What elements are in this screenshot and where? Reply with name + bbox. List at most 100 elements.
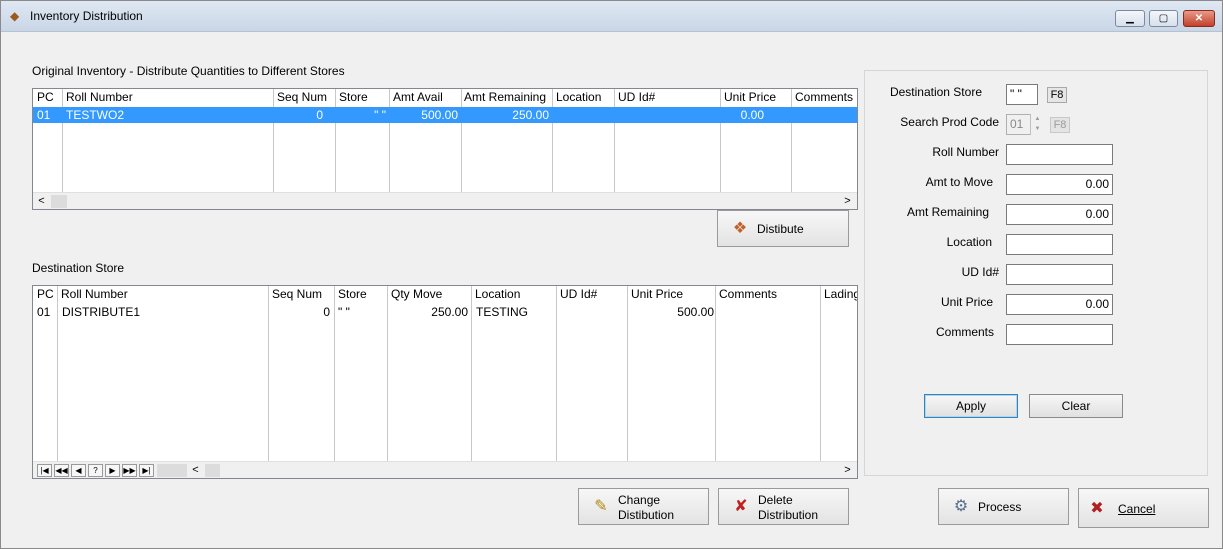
destination-store-label: Destination Store	[889, 85, 982, 99]
nav-first-icon[interactable]: |◀	[37, 464, 52, 477]
comments-field[interactable]	[1006, 324, 1113, 345]
cell-amt-remaining: 250.00	[512, 108, 549, 122]
destination-store-title: Destination Store	[32, 261, 125, 275]
distribute-button[interactable]: ❖ Distibute	[717, 210, 849, 247]
amt-remaining-field[interactable]: 0.00	[1006, 204, 1113, 225]
scroll-thumb[interactable]	[51, 195, 67, 208]
nav-next-page-icon[interactable]: ▶▶	[122, 464, 137, 477]
roll-number-field[interactable]	[1006, 144, 1113, 165]
nav-search-icon[interactable]: ?	[88, 464, 103, 477]
col-header-location[interactable]: Location	[475, 287, 520, 301]
cancel-button[interactable]: ✖ Cancel	[1078, 488, 1209, 528]
nav-next-icon[interactable]: ▶	[105, 464, 120, 477]
col-header-ud-id[interactable]: UD Id#	[618, 90, 655, 104]
inventory-distribution-window: ◆ Inventory Distribution ▁ ▢ ✕ Original …	[0, 0, 1223, 549]
window-title: Inventory Distribution	[30, 9, 143, 23]
horizontal-scrollbar[interactable]: < >	[33, 192, 857, 209]
roll-number-label: Roll Number	[932, 145, 999, 159]
col-header-comments[interactable]: Comments	[795, 90, 853, 104]
cell-roll-number: TESTWO2	[66, 108, 125, 122]
cell-pc[interactable]: 01	[37, 305, 57, 319]
search-prod-code-lookup-button[interactable]: F8	[1050, 117, 1070, 133]
search-prod-code-label: Search Prod Code	[900, 115, 999, 129]
cross-icon: ✖	[1090, 500, 1104, 517]
apply-button[interactable]: Apply	[924, 394, 1018, 418]
gears-icon: ⚙	[953, 498, 969, 515]
edit-document-icon: ✎	[594, 498, 608, 515]
cell-amt-avail: 500.00	[421, 108, 458, 122]
destination-store-grid[interactable]: PC Roll Number Seq Num Store Qty Move Lo…	[32, 285, 858, 479]
change-distribution-line1: Change	[618, 493, 661, 507]
nav-spacer	[157, 464, 187, 477]
minimize-button[interactable]: ▁	[1115, 10, 1145, 27]
col-header-unit-price[interactable]: Unit Price	[631, 287, 683, 301]
cell-seq-num: 0	[316, 108, 323, 122]
title-bar: ◆ Inventory Distribution ▁ ▢ ✕	[1, 1, 1222, 32]
ud-id-field[interactable]	[1006, 264, 1113, 285]
change-distribution-button[interactable]: ✎ Change Distibution	[578, 488, 709, 525]
process-button[interactable]: ⚙ Process	[938, 488, 1069, 525]
col-header-store[interactable]: Store	[339, 90, 368, 104]
col-header-comments[interactable]: Comments	[719, 287, 777, 301]
cell-store: " "	[374, 108, 386, 122]
spin-arrows-icon[interactable]: ▲ ▼	[1030, 114, 1044, 135]
amt-to-move-field[interactable]: 0.00	[1006, 174, 1113, 195]
scroll-right-icon[interactable]: >	[839, 462, 856, 478]
amt-remaining-label: Amt Remaining	[906, 205, 989, 219]
cell-seq-num[interactable]: 0	[269, 305, 330, 319]
original-inventory-grid[interactable]: PC Roll Number Seq Num Store Amt Avail A…	[32, 88, 858, 210]
ud-id-label: UD Id#	[961, 265, 999, 279]
scroll-left-icon[interactable]: <	[33, 193, 50, 209]
cell-store[interactable]: " "	[338, 305, 384, 319]
clear-button[interactable]: Clear	[1029, 394, 1123, 418]
destination-store-lookup-button[interactable]: F8	[1047, 87, 1067, 103]
nav-prev-icon[interactable]: ◀	[71, 464, 86, 477]
distribute-label: Distibute	[757, 222, 804, 236]
cell-roll-number[interactable]: DISTRIBUTE1	[62, 305, 262, 319]
horizontal-scrollbar[interactable]: |◀ ◀◀ ◀ ? ▶ ▶▶ ▶| < >	[33, 461, 857, 478]
col-header-roll-number[interactable]: Roll Number	[61, 287, 128, 301]
close-button[interactable]: ✕	[1183, 10, 1215, 27]
amt-to-move-label: Amt to Move	[925, 175, 993, 189]
location-label: Location	[946, 235, 992, 249]
cancel-label: Cancel	[1118, 502, 1156, 516]
app-box-icon: ◆	[10, 9, 20, 23]
box-distribute-icon: ❖	[732, 220, 748, 237]
location-field[interactable]	[1006, 234, 1113, 255]
cell-location[interactable]: TESTING	[476, 305, 554, 319]
destination-store-field[interactable]: " "	[1006, 84, 1038, 105]
cell-unit-price: 0.00	[740, 108, 764, 122]
cell-unit-price[interactable]: 500.00	[628, 305, 714, 319]
scroll-right-icon[interactable]: >	[839, 193, 856, 209]
col-header-amt-remaining[interactable]: Amt Remaining	[464, 90, 546, 104]
col-header-pc[interactable]: PC	[37, 90, 54, 104]
nav-prev-page-icon[interactable]: ◀◀	[54, 464, 69, 477]
col-header-location[interactable]: Location	[556, 90, 601, 104]
maximize-button[interactable]: ▢	[1149, 10, 1178, 27]
table-row[interactable]: 01 TESTWO2 0 " " 500.00 250.00 0.00	[33, 107, 857, 123]
col-header-ud-id[interactable]: UD Id#	[560, 287, 597, 301]
cell-pc: 01	[37, 108, 51, 122]
col-header-unit-price[interactable]: Unit Price	[724, 90, 776, 104]
original-inventory-title: Original Inventory - Distribute Quantiti…	[32, 64, 345, 78]
col-header-qty-move[interactable]: Qty Move	[391, 287, 442, 301]
process-label: Process	[978, 500, 1022, 514]
col-header-seq-num[interactable]: Seq Num	[277, 90, 327, 104]
delete-distribution-button[interactable]: ✘ Delete Distribution	[718, 488, 849, 525]
delete-distribution-line1: Delete	[758, 493, 793, 507]
cell-qty-move[interactable]: 250.00	[388, 305, 468, 319]
col-header-amt-avail[interactable]: Amt Avail	[393, 90, 443, 104]
col-header-pc[interactable]: PC	[37, 287, 54, 301]
unit-price-label: Unit Price	[940, 295, 993, 309]
change-distribution-line2: Distibution	[618, 508, 675, 522]
delete-document-icon: ✘	[734, 498, 748, 515]
unit-price-field[interactable]: 0.00	[1006, 294, 1113, 315]
col-header-store[interactable]: Store	[338, 287, 367, 301]
scroll-left-icon[interactable]: <	[187, 462, 204, 478]
scroll-thumb[interactable]	[205, 464, 220, 477]
col-header-roll-number[interactable]: Roll Number	[66, 90, 133, 104]
col-header-lading[interactable]: Lading	[824, 287, 857, 301]
nav-last-icon[interactable]: ▶|	[139, 464, 154, 477]
delete-distribution-line2: Distribution	[758, 508, 819, 522]
col-header-seq-num[interactable]: Seq Num	[272, 287, 322, 301]
